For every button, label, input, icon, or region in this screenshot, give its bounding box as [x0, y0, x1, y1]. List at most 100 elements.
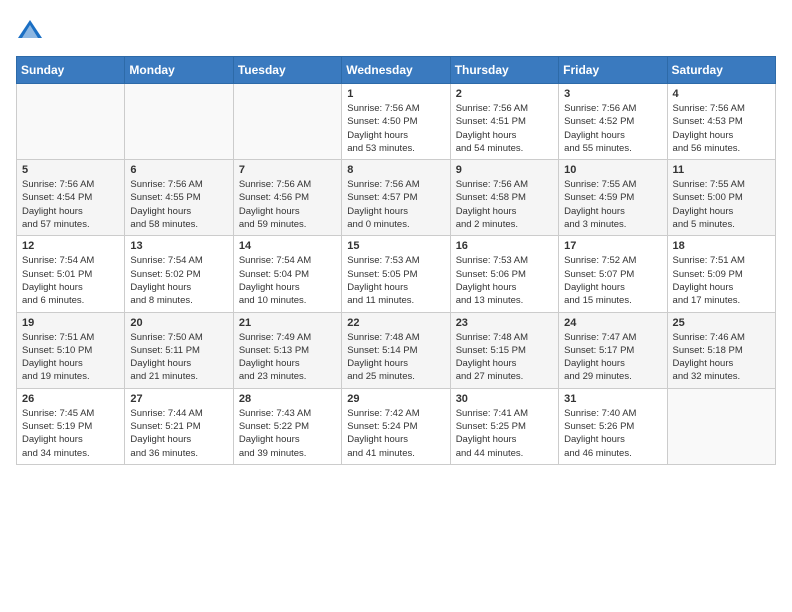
day-info: Sunrise: 7:52 AMSunset: 5:07 PMDaylight … [564, 254, 661, 307]
day-number: 9 [456, 164, 553, 176]
weekday-header-tuesday: Tuesday [233, 57, 341, 84]
day-info: Sunrise: 7:48 AMSunset: 5:15 PMDaylight … [456, 331, 553, 384]
day-info: Sunrise: 7:48 AMSunset: 5:14 PMDaylight … [347, 331, 444, 384]
day-info: Sunrise: 7:56 AMSunset: 4:52 PMDaylight … [564, 102, 661, 155]
calendar-cell: 2 Sunrise: 7:56 AMSunset: 4:51 PMDaylight… [450, 84, 558, 160]
calendar-cell: 14 Sunrise: 7:54 AMSunset: 5:04 PMDayligh… [233, 236, 341, 312]
calendar-cell: 17 Sunrise: 7:52 AMSunset: 5:07 PMDayligh… [559, 236, 667, 312]
weekday-header-saturday: Saturday [667, 57, 775, 84]
calendar-cell: 22Sunrise: 7:48 AMSunset: 5:14 PMDayligh… [342, 312, 450, 388]
day-number: 24 [564, 317, 661, 329]
day-info: Sunrise: 7:43 AMSunset: 5:22 PMDaylight … [239, 407, 336, 460]
day-info: Sunrise: 7:55 AMSunset: 4:59 PMDaylight … [564, 178, 661, 231]
calendar-cell: 24 Sunrise: 7:47 AMSunset: 5:17 PMDayligh… [559, 312, 667, 388]
week-row-2: 5Sunrise: 7:56 AMSunset: 4:54 PMDaylight… [17, 160, 776, 236]
day-info: Sunrise: 7:56 AMSunset: 4:56 PMDaylight … [239, 178, 336, 231]
day-info: Sunrise: 7:44 AMSunset: 5:21 PMDaylight … [130, 407, 227, 460]
day-number: 26 [22, 393, 119, 405]
day-info: Sunrise: 7:49 AMSunset: 5:13 PMDaylight … [239, 331, 336, 384]
day-number: 30 [456, 393, 553, 405]
day-number: 10 [564, 164, 661, 176]
day-info: Sunrise: 7:54 AMSunset: 5:02 PMDaylight … [130, 254, 227, 307]
day-info: Sunrise: 7:56 AMSunset: 4:53 PMDaylight … [673, 102, 770, 155]
day-number: 7 [239, 164, 336, 176]
day-info: Sunrise: 7:51 AMSunset: 5:10 PMDaylight … [22, 331, 119, 384]
calendar-cell: 18Sunrise: 7:51 AMSunset: 5:09 PMDayligh… [667, 236, 775, 312]
day-info: Sunrise: 7:54 AMSunset: 5:01 PMDaylight … [22, 254, 119, 307]
day-info: Sunrise: 7:46 AMSunset: 5:18 PMDaylight … [673, 331, 770, 384]
calendar-cell: 5Sunrise: 7:56 AMSunset: 4:54 PMDaylight… [17, 160, 125, 236]
calendar-cell: 3Sunrise: 7:56 AMSunset: 4:52 PMDaylight… [559, 84, 667, 160]
calendar-cell: 10 Sunrise: 7:55 AMSunset: 4:59 PMDayligh… [559, 160, 667, 236]
day-info: Sunrise: 7:47 AMSunset: 5:17 PMDaylight … [564, 331, 661, 384]
calendar-cell [125, 84, 233, 160]
calendar-cell: 19 Sunrise: 7:51 AMSunset: 5:10 PMDayligh… [17, 312, 125, 388]
day-info: Sunrise: 7:55 AMSunset: 5:00 PMDaylight … [673, 178, 770, 231]
day-number: 6 [130, 164, 227, 176]
calendar-cell [233, 84, 341, 160]
calendar-cell: 16Sunrise: 7:53 AMSunset: 5:06 PMDayligh… [450, 236, 558, 312]
day-number: 2 [456, 88, 553, 100]
day-number: 14 [239, 240, 336, 252]
day-info: Sunrise: 7:51 AMSunset: 5:09 PMDaylight … [673, 254, 770, 307]
calendar-cell: 11 Sunrise: 7:55 AMSunset: 5:00 PMDayligh… [667, 160, 775, 236]
day-number: 15 [347, 240, 444, 252]
calendar-cell: 25 Sunrise: 7:46 AMSunset: 5:18 PMDayligh… [667, 312, 775, 388]
week-row-5: 26 Sunrise: 7:45 AMSunset: 5:19 PMDayligh… [17, 388, 776, 464]
calendar-cell: 26 Sunrise: 7:45 AMSunset: 5:19 PMDayligh… [17, 388, 125, 464]
weekday-header-thursday: Thursday [450, 57, 558, 84]
calendar-cell: 28 Sunrise: 7:43 AMSunset: 5:22 PMDayligh… [233, 388, 341, 464]
day-number: 27 [130, 393, 227, 405]
day-number: 20 [130, 317, 227, 329]
day-number: 5 [22, 164, 119, 176]
calendar-cell: 12Sunrise: 7:54 AMSunset: 5:01 PMDayligh… [17, 236, 125, 312]
calendar-cell: 27 Sunrise: 7:44 AMSunset: 5:21 PMDayligh… [125, 388, 233, 464]
calendar-cell [667, 388, 775, 464]
day-info: Sunrise: 7:56 AMSunset: 4:51 PMDaylight … [456, 102, 553, 155]
day-info: Sunrise: 7:53 AMSunset: 5:05 PMDaylight … [347, 254, 444, 307]
week-row-1: 1 Sunrise: 7:56 AMSunset: 4:50 PMDaylight… [17, 84, 776, 160]
week-row-4: 19 Sunrise: 7:51 AMSunset: 5:10 PMDayligh… [17, 312, 776, 388]
day-number: 17 [564, 240, 661, 252]
logo [16, 16, 48, 44]
calendar-cell: 15 Sunrise: 7:53 AMSunset: 5:05 PMDayligh… [342, 236, 450, 312]
calendar-cell: 31 Sunrise: 7:40 AMSunset: 5:26 PMDayligh… [559, 388, 667, 464]
page-header [16, 16, 776, 44]
calendar-cell: 8 Sunrise: 7:56 AMSunset: 4:57 PMDaylight… [342, 160, 450, 236]
calendar-cell: 20 Sunrise: 7:50 AMSunset: 5:11 PMDayligh… [125, 312, 233, 388]
weekday-header-monday: Monday [125, 57, 233, 84]
day-number: 28 [239, 393, 336, 405]
calendar-cell: 4 Sunrise: 7:56 AMSunset: 4:53 PMDaylight… [667, 84, 775, 160]
day-number: 11 [673, 164, 770, 176]
calendar-cell: 21 Sunrise: 7:49 AMSunset: 5:13 PMDayligh… [233, 312, 341, 388]
day-info: Sunrise: 7:56 AMSunset: 4:58 PMDaylight … [456, 178, 553, 231]
day-number: 8 [347, 164, 444, 176]
day-number: 25 [673, 317, 770, 329]
weekday-header-row: SundayMondayTuesdayWednesdayThursdayFrid… [17, 57, 776, 84]
calendar-cell: 13 Sunrise: 7:54 AMSunset: 5:02 PMDayligh… [125, 236, 233, 312]
day-number: 29 [347, 393, 444, 405]
day-info: Sunrise: 7:56 AMSunset: 4:50 PMDaylight … [347, 102, 444, 155]
day-number: 19 [22, 317, 119, 329]
day-number: 1 [347, 88, 444, 100]
weekday-header-sunday: Sunday [17, 57, 125, 84]
weekday-header-friday: Friday [559, 57, 667, 84]
day-info: Sunrise: 7:54 AMSunset: 5:04 PMDaylight … [239, 254, 336, 307]
day-info: Sunrise: 7:41 AMSunset: 5:25 PMDaylight … [456, 407, 553, 460]
day-number: 31 [564, 393, 661, 405]
calendar-cell: 7 Sunrise: 7:56 AMSunset: 4:56 PMDaylight… [233, 160, 341, 236]
calendar-cell: 23Sunrise: 7:48 AMSunset: 5:15 PMDayligh… [450, 312, 558, 388]
day-info: Sunrise: 7:40 AMSunset: 5:26 PMDaylight … [564, 407, 661, 460]
day-info: Sunrise: 7:56 AMSunset: 4:57 PMDaylight … [347, 178, 444, 231]
calendar-cell: 29 Sunrise: 7:42 AMSunset: 5:24 PMDayligh… [342, 388, 450, 464]
day-number: 4 [673, 88, 770, 100]
day-number: 13 [130, 240, 227, 252]
day-info: Sunrise: 7:42 AMSunset: 5:24 PMDaylight … [347, 407, 444, 460]
day-info: Sunrise: 7:45 AMSunset: 5:19 PMDaylight … [22, 407, 119, 460]
calendar-cell: 1 Sunrise: 7:56 AMSunset: 4:50 PMDaylight… [342, 84, 450, 160]
calendar-cell [17, 84, 125, 160]
calendar-cell: 6Sunrise: 7:56 AMSunset: 4:55 PMDaylight… [125, 160, 233, 236]
day-number: 21 [239, 317, 336, 329]
day-info: Sunrise: 7:50 AMSunset: 5:11 PMDaylight … [130, 331, 227, 384]
logo-icon [16, 16, 44, 44]
